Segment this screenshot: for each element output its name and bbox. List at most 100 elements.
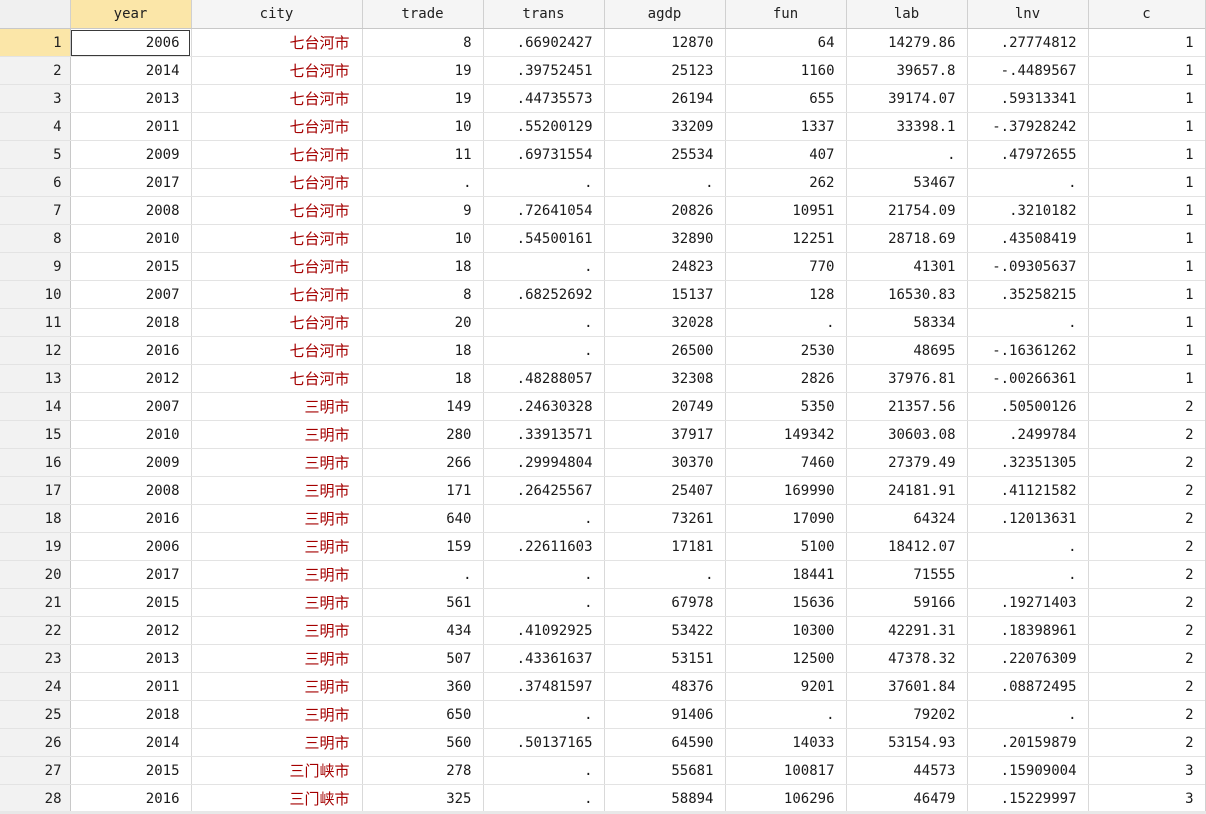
cell-trans[interactable]: .: [483, 560, 605, 589]
cell-fun[interactable]: 262: [725, 168, 847, 197]
cell-lab[interactable]: 21754.09: [846, 196, 968, 225]
cell-trans[interactable]: .50137165: [483, 728, 605, 757]
cell-city[interactable]: 七台河市: [191, 84, 363, 113]
cell-c[interactable]: 1: [1088, 252, 1206, 281]
cell-fun[interactable]: 655: [725, 84, 847, 113]
cell-city[interactable]: 三明市: [191, 728, 363, 757]
cell-c[interactable]: 1: [1088, 308, 1206, 337]
cell-c[interactable]: 2: [1088, 476, 1206, 505]
cell-agdp[interactable]: 73261: [604, 504, 726, 533]
cell-trans[interactable]: .54500161: [483, 224, 605, 253]
cell-fun[interactable]: 12500: [725, 644, 847, 673]
cell-lab[interactable]: 18412.07: [846, 532, 968, 561]
cell-agdp[interactable]: 91406: [604, 700, 726, 729]
cell-agdp[interactable]: 26194: [604, 84, 726, 113]
cell-trans[interactable]: .55200129: [483, 112, 605, 141]
cell-fun[interactable]: 128: [725, 280, 847, 309]
cell-lab[interactable]: 42291.31: [846, 616, 968, 645]
cell-fun[interactable]: 64: [725, 28, 847, 57]
cell-agdp[interactable]: 32308: [604, 364, 726, 393]
cell-year[interactable]: 2010: [70, 420, 192, 449]
cell-lab[interactable]: 48695: [846, 336, 968, 365]
cell-year[interactable]: 2017: [70, 168, 192, 197]
cell-lab[interactable]: 44573: [846, 756, 968, 785]
cell-lnv[interactable]: .3210182: [967, 196, 1089, 225]
cell-agdp[interactable]: 24823: [604, 252, 726, 281]
cell-city[interactable]: 三明市: [191, 448, 363, 477]
cell-lab[interactable]: 64324: [846, 504, 968, 533]
cell-trans[interactable]: .33913571: [483, 420, 605, 449]
cell-city[interactable]: 三明市: [191, 392, 363, 421]
cell-year[interactable]: 2014: [70, 56, 192, 85]
cell-lnv[interactable]: .19271403: [967, 588, 1089, 617]
cell-city[interactable]: 三明市: [191, 644, 363, 673]
cell-trans[interactable]: .26425567: [483, 476, 605, 505]
cell-lab[interactable]: 16530.83: [846, 280, 968, 309]
cell-year[interactable]: 2006: [70, 28, 192, 57]
cell-c[interactable]: 1: [1088, 168, 1206, 197]
cell-fun[interactable]: 5100: [725, 532, 847, 561]
cell-city[interactable]: 三明市: [191, 700, 363, 729]
cell-year[interactable]: 2018: [70, 308, 192, 337]
cell-lnv[interactable]: .18398961: [967, 616, 1089, 645]
cell-agdp[interactable]: 26500: [604, 336, 726, 365]
cell-trade[interactable]: 266: [362, 448, 484, 477]
cell-city[interactable]: 三明市: [191, 532, 363, 561]
cell-lab[interactable]: 33398.1: [846, 112, 968, 141]
cell-agdp[interactable]: 37917: [604, 420, 726, 449]
cell-fun[interactable]: 407: [725, 140, 847, 169]
cell-city[interactable]: 七台河市: [191, 336, 363, 365]
row-number[interactable]: 16: [0, 448, 71, 477]
cell-year[interactable]: 2013: [70, 644, 192, 673]
cell-trade[interactable]: 650: [362, 700, 484, 729]
row-number[interactable]: 28: [0, 784, 71, 813]
cell-fun[interactable]: 7460: [725, 448, 847, 477]
cell-lab[interactable]: 79202: [846, 700, 968, 729]
cell-trans[interactable]: .68252692: [483, 280, 605, 309]
cell-lnv[interactable]: .43508419: [967, 224, 1089, 253]
cell-city[interactable]: 三明市: [191, 560, 363, 589]
cell-trans[interactable]: .: [483, 588, 605, 617]
cell-fun[interactable]: 12251: [725, 224, 847, 253]
row-number[interactable]: 20: [0, 560, 71, 589]
cell-lab[interactable]: 53467: [846, 168, 968, 197]
row-number[interactable]: 10: [0, 280, 71, 309]
row-number[interactable]: 14: [0, 392, 71, 421]
cell-c[interactable]: 3: [1088, 784, 1206, 813]
column-header-fun[interactable]: fun: [725, 0, 847, 29]
cell-trans[interactable]: .44735573: [483, 84, 605, 113]
cell-trans[interactable]: .43361637: [483, 644, 605, 673]
cell-lab[interactable]: 39657.8: [846, 56, 968, 85]
cell-trade[interactable]: 9: [362, 196, 484, 225]
cell-year[interactable]: 2013: [70, 84, 192, 113]
cell-fun[interactable]: 5350: [725, 392, 847, 421]
cell-lab[interactable]: .: [846, 140, 968, 169]
cell-lab[interactable]: 41301: [846, 252, 968, 281]
cell-c[interactable]: 2: [1088, 448, 1206, 477]
cell-trans[interactable]: .: [483, 336, 605, 365]
cell-agdp[interactable]: .: [604, 560, 726, 589]
cell-trade[interactable]: 10: [362, 112, 484, 141]
data-grid[interactable]: year city trade trans agdp fun lab lnv c…: [0, 0, 1206, 813]
cell-lnv[interactable]: .27774812: [967, 28, 1089, 57]
cell-trade[interactable]: 507: [362, 644, 484, 673]
cell-agdp[interactable]: 55681: [604, 756, 726, 785]
cell-trade[interactable]: 19: [362, 56, 484, 85]
cell-lnv[interactable]: .15229997: [967, 784, 1089, 813]
row-number[interactable]: 27: [0, 756, 71, 785]
cell-c[interactable]: 2: [1088, 728, 1206, 757]
cell-c[interactable]: 2: [1088, 504, 1206, 533]
cell-trans[interactable]: .: [483, 504, 605, 533]
cell-agdp[interactable]: .: [604, 168, 726, 197]
cell-fun[interactable]: 9201: [725, 672, 847, 701]
cell-agdp[interactable]: 58894: [604, 784, 726, 813]
cell-trans[interactable]: .24630328: [483, 392, 605, 421]
cell-lnv[interactable]: .35258215: [967, 280, 1089, 309]
row-number[interactable]: 3: [0, 84, 71, 113]
row-number[interactable]: 7: [0, 196, 71, 225]
cell-lnv[interactable]: -.16361262: [967, 336, 1089, 365]
cell-agdp[interactable]: 53151: [604, 644, 726, 673]
cell-lab[interactable]: 14279.86: [846, 28, 968, 57]
cell-agdp[interactable]: 25534: [604, 140, 726, 169]
cell-c[interactable]: 1: [1088, 84, 1206, 113]
